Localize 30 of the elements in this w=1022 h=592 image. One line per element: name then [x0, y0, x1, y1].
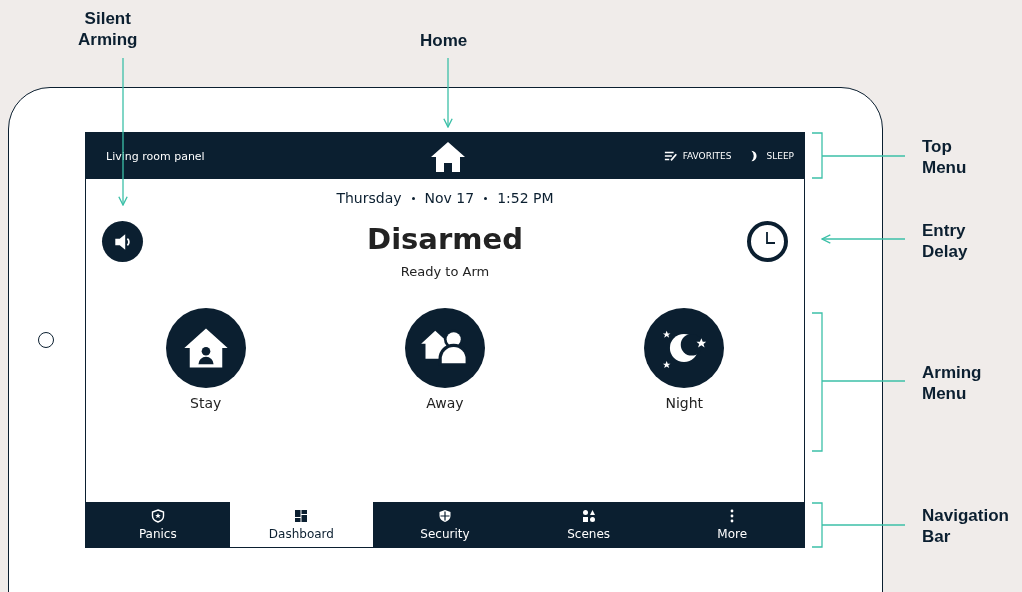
shield-star-icon	[150, 508, 165, 523]
entry-delay-button[interactable]	[747, 221, 788, 262]
dashboard-tab[interactable]: Dashboard	[229, 502, 374, 547]
date-text: Nov 17	[424, 190, 475, 206]
status-subtitle: Ready to Arm	[400, 263, 490, 281]
callout-label: Entry Delay	[922, 220, 968, 262]
callout-label: Home	[420, 30, 468, 51]
shield-icon	[438, 508, 452, 523]
separator-dot	[484, 196, 488, 200]
mode-label: Stay	[190, 394, 222, 413]
list-pencil-icon	[663, 150, 678, 162]
status-title: Disarmed	[367, 221, 523, 257]
clock-icon	[747, 221, 788, 262]
mode-label: Night	[665, 394, 704, 413]
sleep-button[interactable]: SLEEP	[747, 150, 794, 162]
callout-label: Silent Arming	[78, 8, 138, 50]
date-text: Thursday	[336, 190, 402, 206]
panel-name: Living room panel	[106, 149, 205, 163]
callout-label: Arming Menu	[922, 362, 982, 404]
favorites-button[interactable]: FAVORITES	[663, 150, 732, 162]
callout-label: Top Menu	[922, 136, 967, 178]
home-icon[interactable]	[430, 141, 466, 173]
shapes-icon	[581, 508, 596, 523]
date-text: 1:52 PM	[497, 190, 554, 206]
leader-line	[443, 57, 453, 128]
callout-label: Navigation Bar	[922, 505, 1009, 547]
mode-label: Away	[426, 394, 464, 413]
grid-icon	[294, 508, 309, 523]
separator-dot	[411, 196, 415, 200]
silent-arming-button[interactable]	[102, 221, 143, 262]
